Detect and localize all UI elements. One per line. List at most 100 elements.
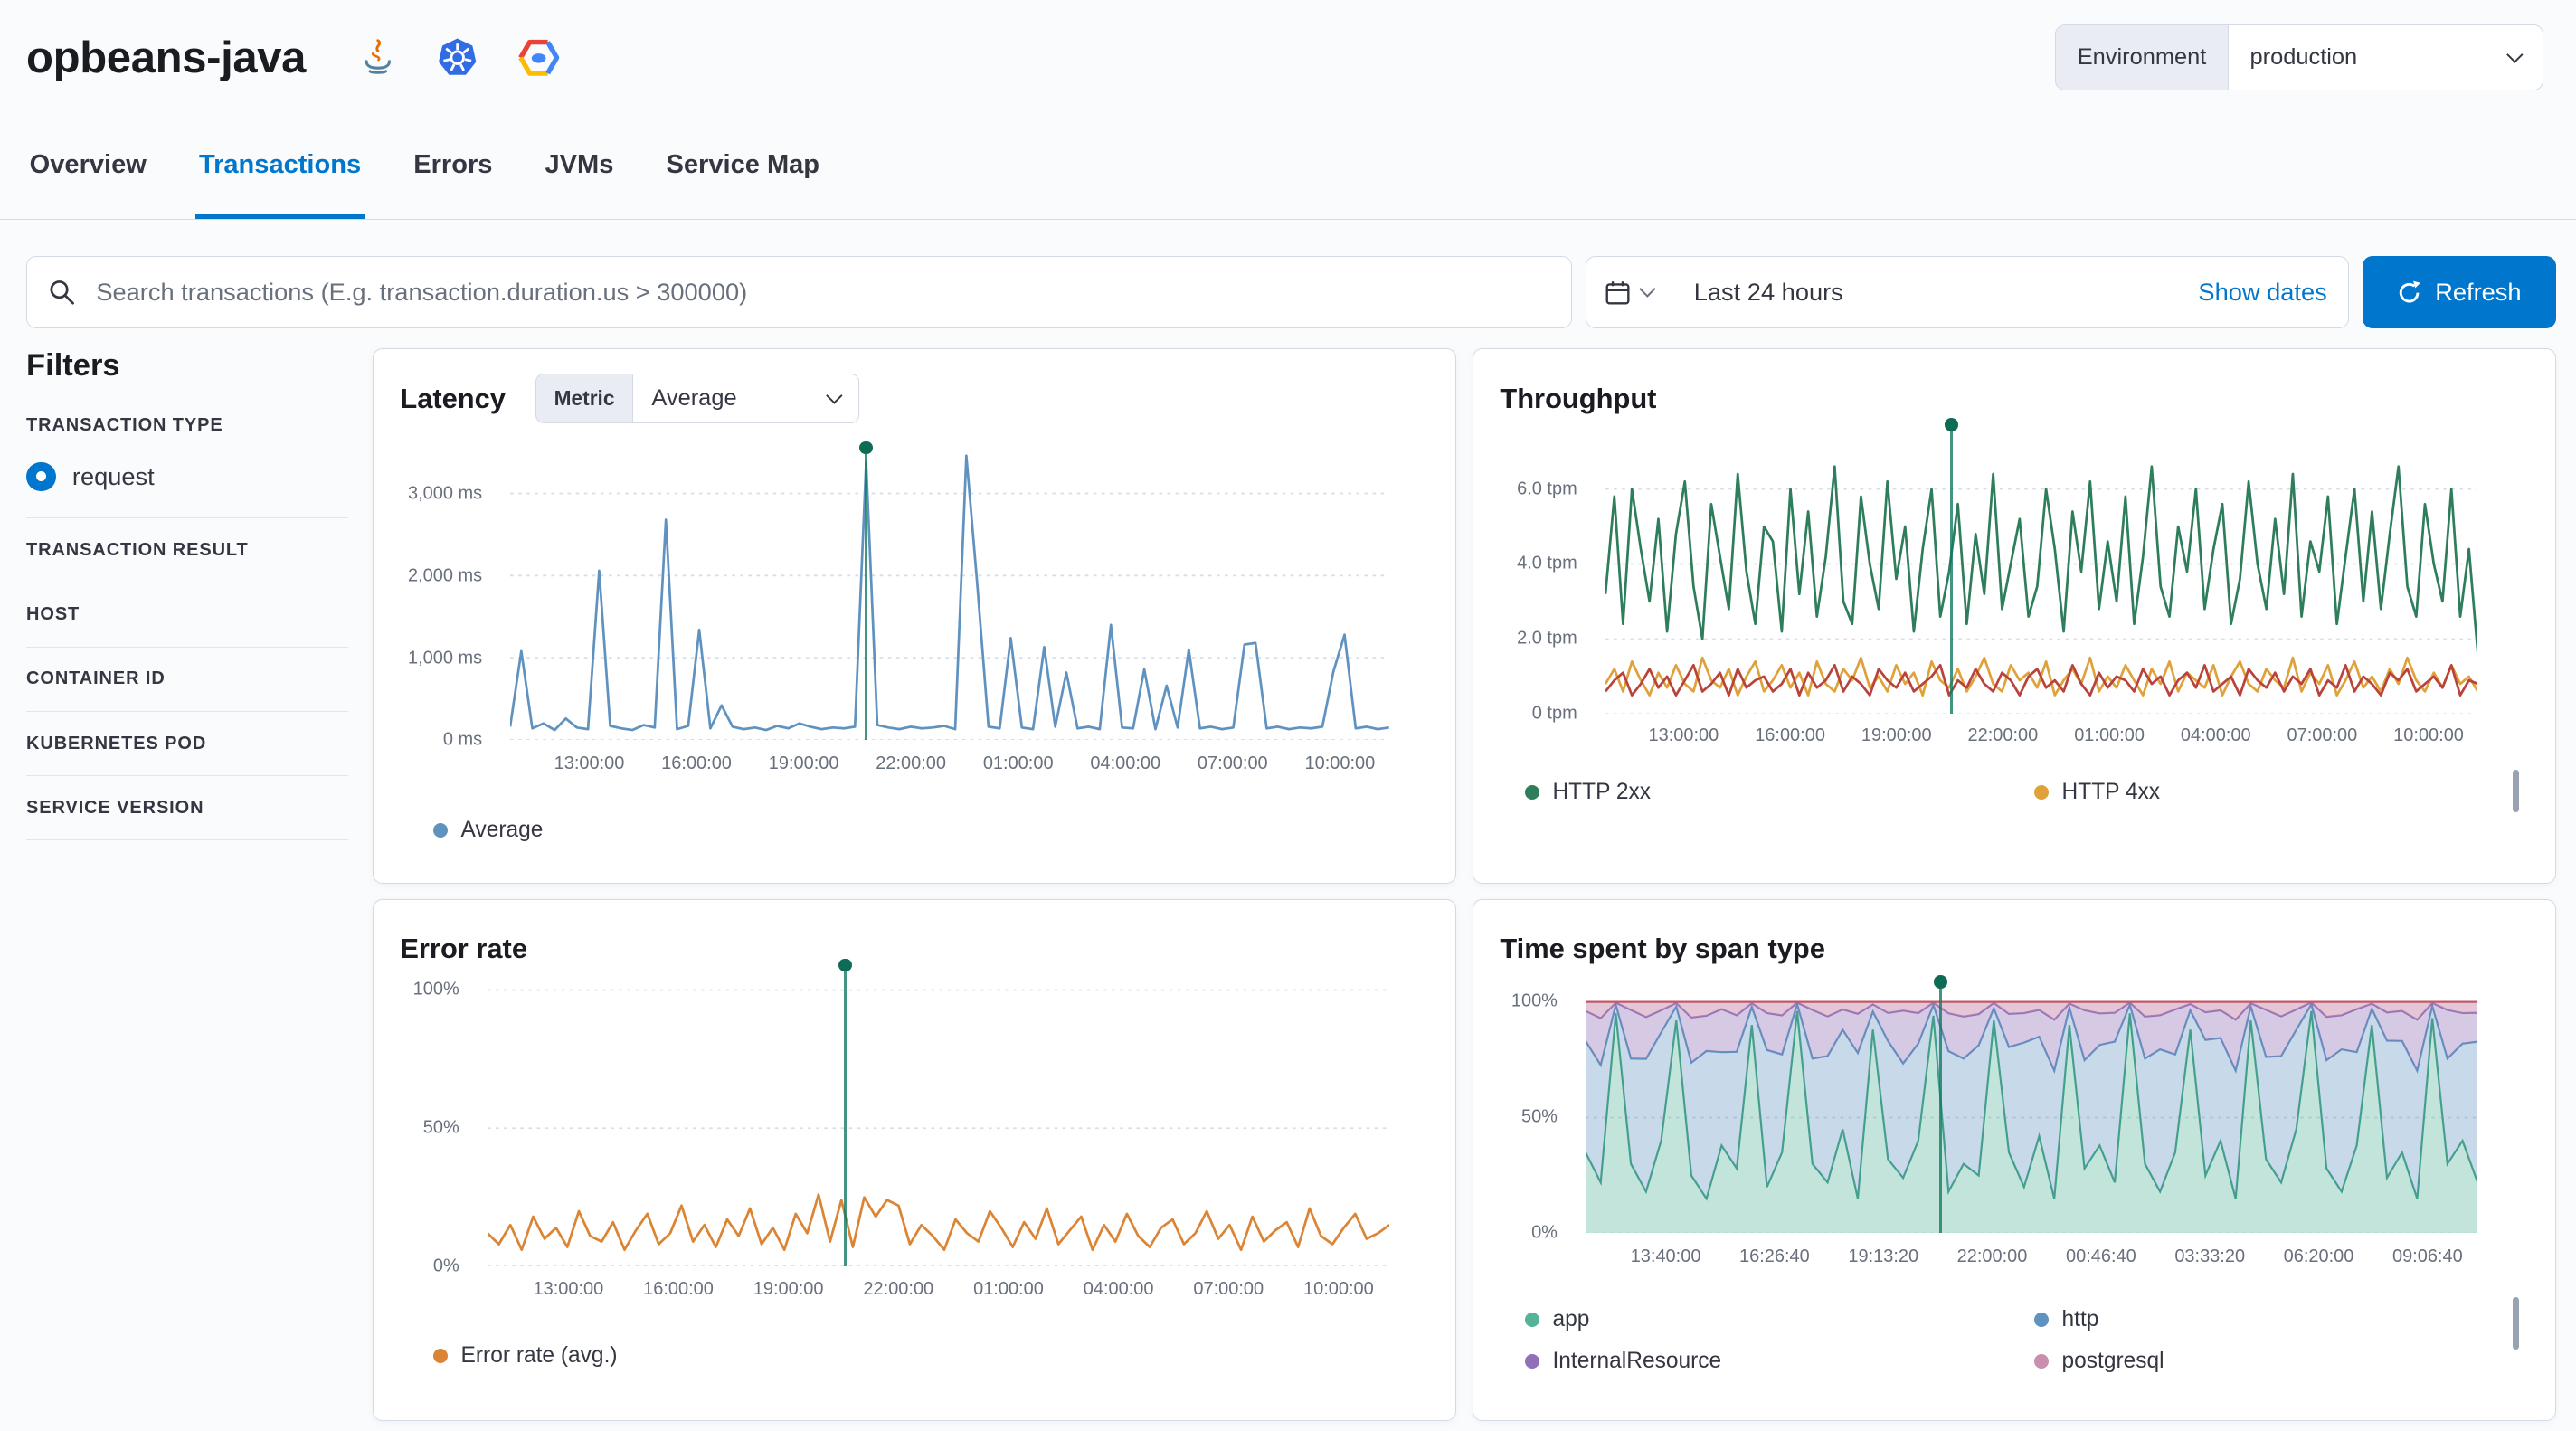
legend-label: postgresql	[2062, 1349, 2164, 1374]
legend-scrollbar[interactable]	[2513, 770, 2519, 812]
y-axis-label: 0 tpm	[1532, 704, 1577, 725]
date-quick-select-button[interactable]	[1586, 257, 1672, 327]
legend-label: HTTP 4xx	[2062, 780, 2161, 805]
legend-dot	[1525, 1354, 1539, 1369]
legend-label: app	[1552, 1307, 1589, 1332]
error-rate-chart[interactable]	[488, 962, 1389, 1266]
x-axis-label: 09:06:40	[2392, 1246, 2463, 1267]
filter-section-transaction-type: TRANSACTION TYPE request	[26, 393, 348, 518]
throughput-chart[interactable]	[1605, 422, 2477, 714]
y-axis-label: 3,000 ms	[408, 483, 482, 504]
refresh-button[interactable]: Refresh	[2363, 256, 2556, 328]
legend-item-postgresql[interactable]: postgresql	[2034, 1349, 2484, 1374]
y-axis-label: 50%	[423, 1117, 459, 1138]
span-type-chart[interactable]	[1586, 979, 2477, 1234]
annotation-line	[1939, 985, 1943, 1233]
chevron-down-icon	[1640, 281, 1656, 298]
throughput-x-axis: 13:00:0016:00:0019:00:0022:00:0001:00:00…	[1605, 725, 2477, 748]
error-rate-y-axis: 0%50%100%	[374, 962, 474, 1266]
latency-panel: Latency Metric Average 0 ms1,000 ms2,000…	[373, 348, 1456, 884]
y-axis-label: 1,000 ms	[408, 648, 482, 668]
x-axis-label: 01:00:00	[983, 753, 1054, 774]
error-rate-legend: Error rate (avg.)	[433, 1343, 618, 1369]
search-input[interactable]	[26, 256, 1572, 328]
throughput-panel: Throughput 0 tpm2.0 tpm4.0 tpm6.0 tpm 13…	[1473, 348, 2556, 884]
java-icon	[358, 38, 398, 78]
filter-section-label: TRANSACTION TYPE	[26, 415, 348, 436]
x-axis-label: 22:00:00	[863, 1279, 933, 1300]
radio-button[interactable]	[26, 462, 56, 492]
legend-scrollbar[interactable]	[2513, 1297, 2519, 1350]
x-axis-label: 13:00:00	[554, 753, 625, 774]
metric-select[interactable]: Metric Average	[535, 374, 859, 422]
search-controls: Last 24 hours Show dates Refresh	[26, 256, 2556, 328]
annotation-line	[1950, 428, 1954, 714]
filter-section-host: HOST	[26, 583, 348, 648]
filter-option-request[interactable]: request	[26, 462, 348, 492]
legend-label: InternalResource	[1552, 1349, 1721, 1374]
error-rate-x-axis: 13:00:0016:00:0019:00:0022:00:0001:00:00…	[488, 1279, 1389, 1302]
legend-dot	[433, 823, 448, 838]
x-axis-label: 19:00:00	[753, 1279, 824, 1300]
annotation-line	[844, 969, 848, 1266]
legend-dot	[1525, 1313, 1539, 1327]
x-axis-label: 13:40:00	[1631, 1246, 1701, 1267]
time-spent-by-span-type-panel: Time spent by span type 0%50%100% 13:40:…	[1473, 899, 2556, 1422]
tab-service-map[interactable]: Service Map	[663, 115, 823, 219]
y-axis-label: 2.0 tpm	[1517, 629, 1577, 649]
latency-y-axis: 0 ms1,000 ms2,000 ms3,000 ms	[374, 444, 497, 740]
legend-item-http-4xx[interactable]: HTTP 4xx	[2034, 780, 2484, 805]
x-axis-label: 04:00:00	[1084, 1279, 1154, 1300]
x-axis-label: 22:00:00	[1968, 725, 2039, 746]
x-axis-label: 13:00:00	[533, 1279, 603, 1300]
tab-errors[interactable]: Errors	[411, 115, 496, 219]
x-axis-label: 01:00:00	[973, 1279, 1044, 1300]
x-axis-label: 03:33:20	[2174, 1246, 2245, 1267]
span-type-y-axis: 0%50%100%	[1473, 979, 1572, 1234]
tab-jvms[interactable]: JVMs	[542, 115, 617, 219]
show-dates-link[interactable]: Show dates	[2198, 278, 2348, 307]
tab-transactions[interactable]: Transactions	[195, 115, 364, 219]
legend-dot	[2034, 1354, 2049, 1369]
legend-item-http[interactable]: http	[2034, 1307, 2484, 1332]
filter-section-service-version: SERVICE VERSION	[26, 776, 348, 840]
filter-section-container-id: CONTAINER ID	[26, 648, 348, 712]
error-rate-panel: Error rate 0%50%100% 13:00:0016:00:0019:…	[373, 899, 1456, 1422]
environment-select[interactable]: Environment production	[2055, 24, 2543, 90]
legend-dot	[1525, 785, 1539, 800]
y-axis-label: 0%	[433, 1256, 459, 1276]
x-axis-label: 00:46:40	[2066, 1246, 2136, 1267]
filter-section-kubernetes-pod: KUBERNETES POD	[26, 712, 348, 776]
filter-section-label: HOST	[26, 604, 348, 625]
time-spent-title: Time spent by span type	[1500, 933, 1825, 965]
gcp-icon	[517, 38, 560, 78]
x-axis-label: 10:00:00	[1304, 753, 1375, 774]
time-range-label[interactable]: Last 24 hours	[1672, 278, 1843, 307]
x-axis-label: 04:00:00	[1090, 753, 1160, 774]
legend-item-average[interactable]: Average	[433, 818, 544, 843]
throughput-title: Throughput	[1500, 383, 1656, 415]
filter-section-label: TRANSACTION RESULT	[26, 540, 348, 561]
refresh-icon	[2397, 280, 2421, 305]
filter-option-label: request	[72, 462, 155, 491]
throughput-legend: HTTP 2xx HTTP 4xx	[1525, 780, 2484, 805]
latency-chart[interactable]	[510, 444, 1389, 740]
x-axis-label: 06:20:00	[2284, 1246, 2354, 1267]
y-axis-label: 6.0 tpm	[1517, 479, 1577, 499]
date-picker: Last 24 hours Show dates	[1586, 256, 2350, 328]
legend-item-app[interactable]: app	[1525, 1307, 2034, 1332]
x-axis-label: 10:00:00	[1303, 1279, 1374, 1300]
legend-item-http-2xx[interactable]: HTTP 2xx	[1525, 780, 2034, 805]
x-axis-label: 01:00:00	[2074, 725, 2145, 746]
legend-item-error-rate-avg[interactable]: Error rate (avg.)	[433, 1343, 618, 1369]
search-box	[26, 256, 1572, 328]
search-icon	[48, 279, 76, 307]
legend-item-internalresource[interactable]: InternalResource	[1525, 1349, 2034, 1374]
tab-overview[interactable]: Overview	[26, 115, 149, 219]
apm-service-page: opbeans-java	[0, 0, 2576, 1431]
span-type-legend: app http InternalResource postgresql	[1525, 1307, 2484, 1374]
chevron-down-icon	[2507, 46, 2524, 62]
x-axis-label: 19:13:20	[1848, 1246, 1918, 1267]
y-axis-label: 0 ms	[443, 730, 482, 751]
x-axis-label: 04:00:00	[2181, 725, 2251, 746]
